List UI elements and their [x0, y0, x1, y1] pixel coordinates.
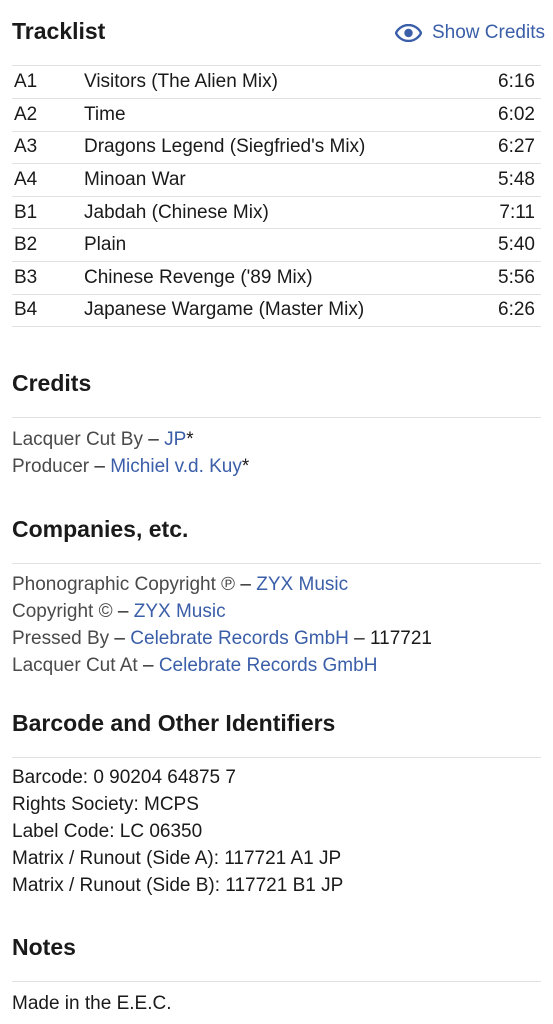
track-title: Plain: [84, 234, 127, 256]
track-title: Visitors (The Alien Mix): [84, 71, 278, 93]
track-position: B3: [14, 266, 38, 288]
track-position: B2: [14, 234, 38, 256]
company-role: Pressed By: [12, 628, 110, 649]
identifier-item: Matrix / Runout (Side A): 117721 A1 JP: [12, 848, 342, 869]
credits-list: Lacquer Cut By – JP* Producer – Michiel v…: [12, 426, 541, 480]
show-credits-label: Show Credits: [432, 22, 545, 43]
track-row: B1 Jabdah (Chinese Mix) 7:11: [12, 196, 541, 229]
credit-separator: –: [89, 456, 111, 477]
identifiers-list: Barcode: 0 90204 64875 7 Rights Society: …: [12, 764, 541, 899]
track-row: A3 Dragons Legend (Siegfried's Mix) 6:27: [12, 131, 541, 164]
credits-heading: Credits: [12, 370, 92, 396]
company-role: Lacquer Cut At: [12, 655, 138, 676]
track-duration: 6:02: [498, 103, 535, 125]
credit-item: Producer – Michiel v.d. Kuy*: [12, 453, 541, 480]
identifier-item: Matrix / Runout (Side B): 117721 B1 JP: [12, 875, 344, 896]
track-title: Jabdah (Chinese Mix): [84, 201, 269, 223]
credit-suffix: *: [241, 456, 250, 477]
identifiers-heading: Barcode and Other Identifiers: [12, 710, 336, 736]
company-separator: –: [112, 601, 134, 622]
company-role: Phonographic Copyright ℗: [12, 574, 236, 595]
company-item: Pressed By – Celebrate Records GmbH – 11…: [12, 625, 541, 652]
credit-name-link[interactable]: Michiel v.d. Kuy: [110, 456, 242, 477]
track-row: A2 Time 6:02: [12, 99, 541, 132]
notes-text: Made in the E.E.C.: [12, 993, 172, 1014]
track-duration: 5:48: [498, 169, 535, 191]
companies-divider: [12, 563, 541, 564]
company-name-link[interactable]: ZYX Music: [256, 574, 348, 595]
track-row: B2 Plain 5:40: [12, 229, 541, 262]
credit-suffix: *: [186, 429, 194, 450]
track-title: Japanese Wargame (Master Mix): [84, 299, 365, 321]
track-title: Minoan War: [84, 169, 186, 191]
track-title: Dragons Legend (Siegfried's Mix): [84, 136, 366, 158]
track-duration: 5:40: [498, 234, 535, 256]
notes-section: Notes Made in the E.E.C.: [12, 934, 541, 1017]
identifier-item: Barcode: 0 90204 64875 7: [12, 767, 236, 788]
companies-section: Companies, etc. Phonographic Copyright ℗…: [12, 516, 541, 679]
company-name-link[interactable]: ZYX Music: [134, 601, 226, 622]
track-position: A3: [14, 136, 38, 158]
track-duration: 6:27: [498, 136, 535, 158]
track-position: A1: [14, 71, 38, 93]
track-duration: 5:56: [498, 266, 535, 288]
track-title: Chinese Revenge ('89 Mix): [84, 266, 313, 288]
identifiers-section: Barcode and Other Identifiers Barcode: 0…: [12, 710, 541, 899]
track-position: A4: [14, 169, 38, 191]
track-row: B4 Japanese Wargame (Master Mix) 6:26: [12, 294, 541, 327]
identifier-item: Label Code: LC 06350: [12, 821, 203, 842]
company-role: Copyright ©: [12, 601, 113, 622]
track-title: Time: [84, 103, 126, 125]
company-name-link[interactable]: Celebrate Records GmbH: [159, 655, 378, 676]
track-position: B1: [14, 201, 38, 223]
credit-role: Lacquer Cut By: [12, 429, 143, 450]
track-duration: 6:26: [498, 299, 535, 321]
release-details-page: Tracklist Show Credits A1 Visitors (The A…: [0, 0, 553, 1024]
track-duration: 7:11: [499, 201, 535, 223]
company-extra: – 117721: [348, 628, 432, 649]
companies-list: Phonographic Copyright ℗ – ZYX Music Copy…: [12, 571, 541, 679]
identifier-item: Rights Society: MCPS: [12, 794, 199, 815]
notes-heading: Notes: [12, 934, 76, 960]
identifiers-divider: [12, 757, 541, 758]
notes-divider: [12, 981, 541, 982]
track-duration: 6:16: [498, 71, 535, 93]
track-row: A1 Visitors (The Alien Mix) 6:16: [12, 66, 541, 99]
company-separator: –: [235, 574, 257, 595]
credit-name-link[interactable]: JP: [164, 429, 186, 450]
company-item: Lacquer Cut At – Celebrate Records GmbH: [12, 652, 541, 679]
company-separator: –: [109, 628, 131, 649]
tracklist-table: A1 Visitors (The Alien Mix) 6:16 A2 Time 6:02…: [12, 66, 541, 327]
company-name-link[interactable]: Celebrate Records GmbH: [130, 628, 349, 649]
credit-separator: –: [142, 429, 165, 450]
companies-heading: Companies, etc.: [12, 516, 189, 542]
eye-icon: [395, 24, 422, 42]
show-credits-button[interactable]: Show Credits: [395, 22, 545, 44]
track-row: A4 Minoan War 5:48: [12, 164, 541, 197]
credit-item: Lacquer Cut By – JP*: [12, 426, 541, 453]
tracklist-table-wrap: A1 Visitors (The Alien Mix) 6:16 A2 Time 6:02…: [12, 65, 541, 327]
credits-divider: [12, 417, 541, 418]
company-item: Copyright © – ZYX Music: [12, 598, 541, 625]
track-position: A2: [14, 103, 38, 125]
company-separator: –: [137, 655, 159, 676]
track-position: B4: [14, 299, 38, 321]
credits-section: Credits Lacquer Cut By – JP* Producer – M…: [12, 370, 541, 480]
credit-role: Producer: [12, 456, 90, 477]
company-item: Phonographic Copyright ℗ – ZYX Music: [12, 571, 541, 598]
track-row: B3 Chinese Revenge ('89 Mix) 5:56: [12, 262, 541, 295]
